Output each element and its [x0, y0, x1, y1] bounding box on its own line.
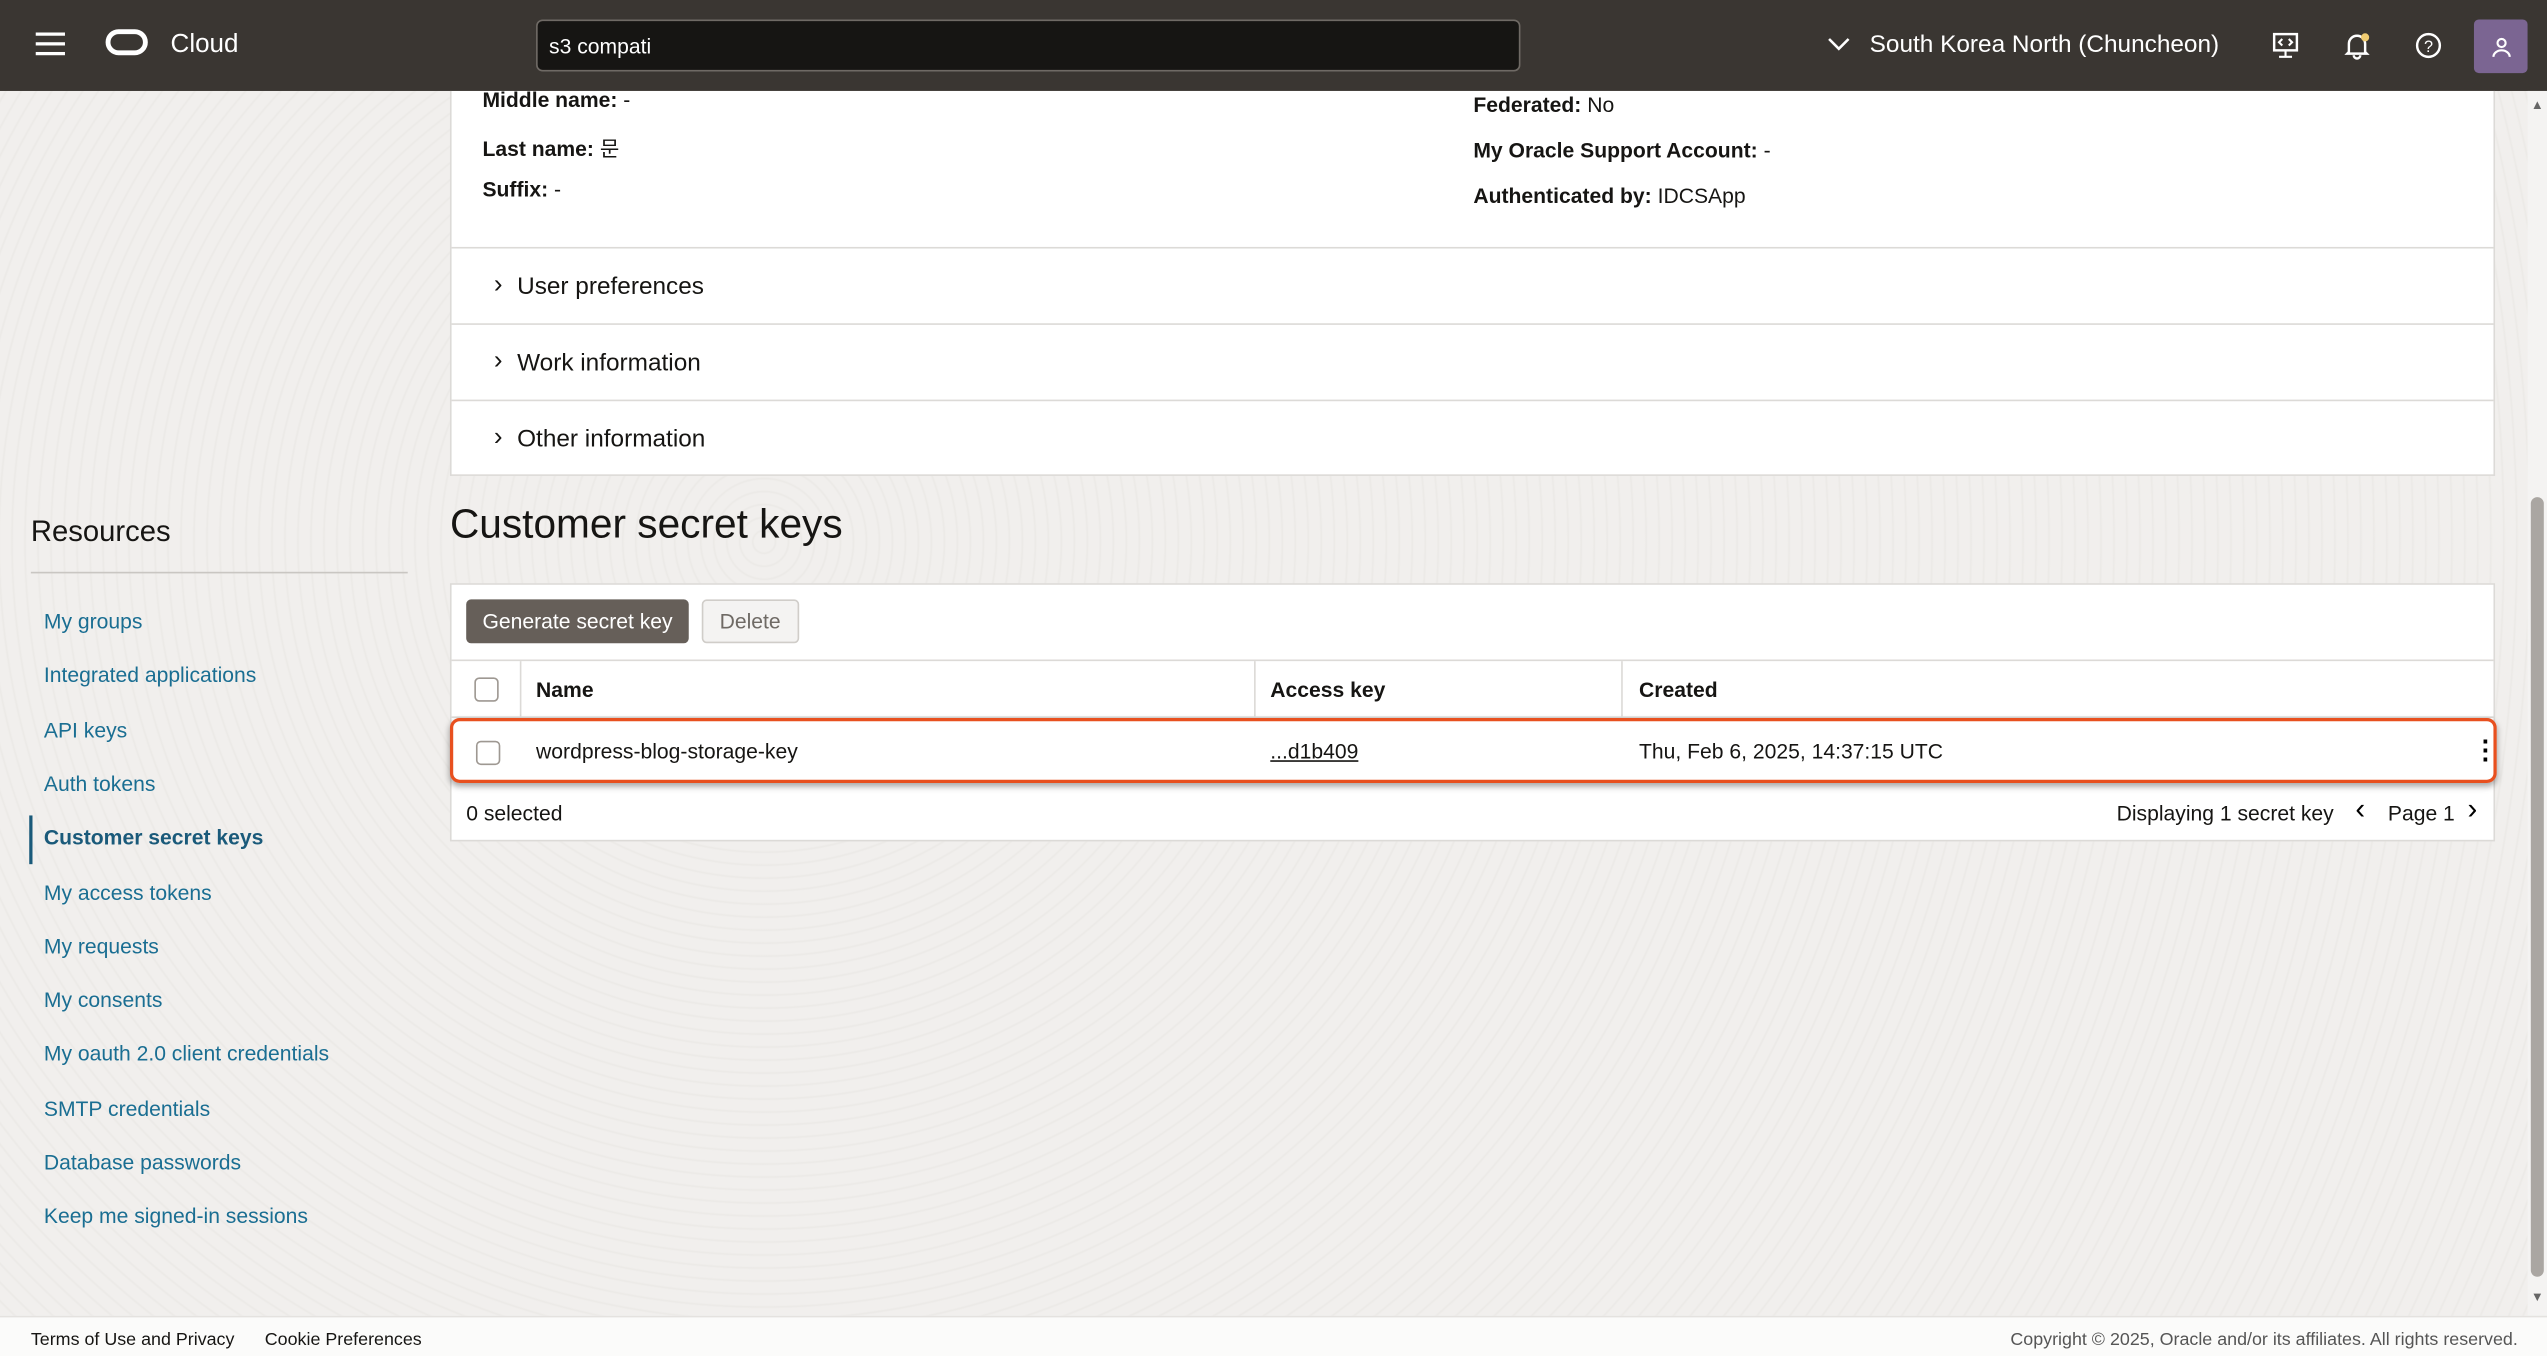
support-account: My Oracle Support Account: -	[1473, 138, 1771, 163]
section-user-preferences[interactable]: › User preferences	[451, 246, 2494, 323]
select-all-checkbox[interactable]	[474, 676, 499, 701]
bell-icon[interactable]	[2339, 28, 2375, 64]
next-page-icon[interactable]: ›	[2467, 793, 2477, 827]
sidebar-item[interactable]: API keys	[44, 717, 127, 741]
sidebar-item[interactable]: My consents	[44, 988, 163, 1012]
top-bar: Cloud South Korea North (Chuncheon) ?	[0, 0, 2547, 91]
sidebar-item[interactable]: Customer secret keys	[44, 825, 264, 849]
scrollbar-thumb[interactable]	[2530, 497, 2544, 1277]
highlight-outline	[449, 717, 2497, 783]
cloud-shell-icon[interactable]	[2268, 28, 2304, 64]
authenticated-by: Authenticated by: IDCSApp	[1473, 183, 1746, 208]
section-label: Work information	[517, 348, 701, 377]
column-name[interactable]: Name	[536, 677, 594, 701]
generate-secret-key-button[interactable]: Generate secret key	[466, 599, 689, 644]
user-icon	[2491, 37, 2510, 57]
delete-button[interactable]: Delete	[701, 599, 799, 644]
search-input[interactable]	[536, 19, 1521, 72]
chevron-right-icon: ›	[493, 347, 503, 376]
menu-icon[interactable]	[35, 32, 65, 56]
federated: Federated: No	[1473, 92, 1615, 117]
chevron-right-icon: ›	[493, 423, 503, 452]
active-indicator	[29, 815, 33, 865]
table-header: Name Access key Created	[451, 659, 2494, 718]
sidebar-item[interactable]: My access tokens	[44, 880, 212, 904]
sidebar-item[interactable]: SMTP credentials	[44, 1096, 210, 1120]
divider	[30, 571, 408, 574]
sidebar-item[interactable]: Auth tokens	[44, 771, 156, 795]
section-label: Other information	[517, 424, 706, 453]
chevron-right-icon: ›	[493, 271, 503, 299]
svg-text:?: ?	[2424, 38, 2433, 56]
sidebar-item[interactable]: Database passwords	[44, 1150, 241, 1174]
sidebar-item[interactable]: My oauth 2.0 client credentials	[44, 1042, 329, 1066]
sidebar-item[interactable]: My groups	[44, 609, 143, 633]
middle-name: Middle name: -	[482, 87, 631, 113]
section-work-information[interactable]: › Work information	[451, 323, 2494, 399]
page-title: Customer secret keys	[449, 501, 843, 548]
oracle-logo[interactable]	[105, 29, 148, 56]
region-selector[interactable]: South Korea North (Chuncheon)	[1827, 30, 2220, 59]
section-other-information[interactable]: › Other information	[451, 399, 2494, 476]
selected-count: 0 selected	[466, 800, 563, 826]
secret-keys-table: Generate secret key Delete Name Access k…	[449, 583, 2498, 842]
column-access-key[interactable]: Access key	[1270, 677, 1385, 701]
region-label: South Korea North (Chuncheon)	[1869, 30, 2220, 59]
user-details-panel: Middle name: - Last name: 문 Suffix: - Fe…	[449, 87, 2496, 476]
help-icon[interactable]: ?	[2411, 28, 2447, 64]
copyright: Copyright © 2025, Oracle and/or its affi…	[2010, 1330, 2518, 1350]
brand-name[interactable]: Cloud	[171, 31, 239, 60]
scroll-down-icon[interactable]: ▼	[2531, 1290, 2544, 1305]
last-name: Last name: 문	[482, 136, 620, 161]
sidebar-item[interactable]: My requests	[44, 934, 159, 958]
footer: Terms of Use and Privacy Cookie Preferen…	[0, 1315, 2547, 1356]
sidebar-item[interactable]: Keep me signed-in sessions	[44, 1204, 308, 1228]
page-indicator: Page 1	[2387, 800, 2455, 826]
scrollbar[interactable]: ▲ ▼	[2527, 90, 2547, 1316]
resources-heading: Resources	[30, 514, 171, 548]
chevron-down-icon	[1828, 38, 1850, 51]
terms-link[interactable]: Terms of Use and Privacy	[31, 1330, 235, 1349]
sidebar-item[interactable]: Integrated applications	[44, 663, 256, 687]
column-created[interactable]: Created	[1639, 677, 1718, 701]
section-label: User preferences	[517, 272, 704, 300]
user-avatar[interactable]	[2473, 19, 2528, 74]
suffix: Suffix: -	[482, 177, 562, 202]
cookie-preferences-link[interactable]: Cookie Preferences	[265, 1330, 422, 1349]
scroll-up-icon[interactable]: ▲	[2531, 97, 2544, 112]
displaying-count: Displaying 1 secret key	[2116, 800, 2334, 826]
app: Cloud South Korea North (Chuncheon) ? Mi…	[0, 0, 2547, 1356]
prev-page-icon[interactable]: ‹	[2355, 793, 2365, 827]
